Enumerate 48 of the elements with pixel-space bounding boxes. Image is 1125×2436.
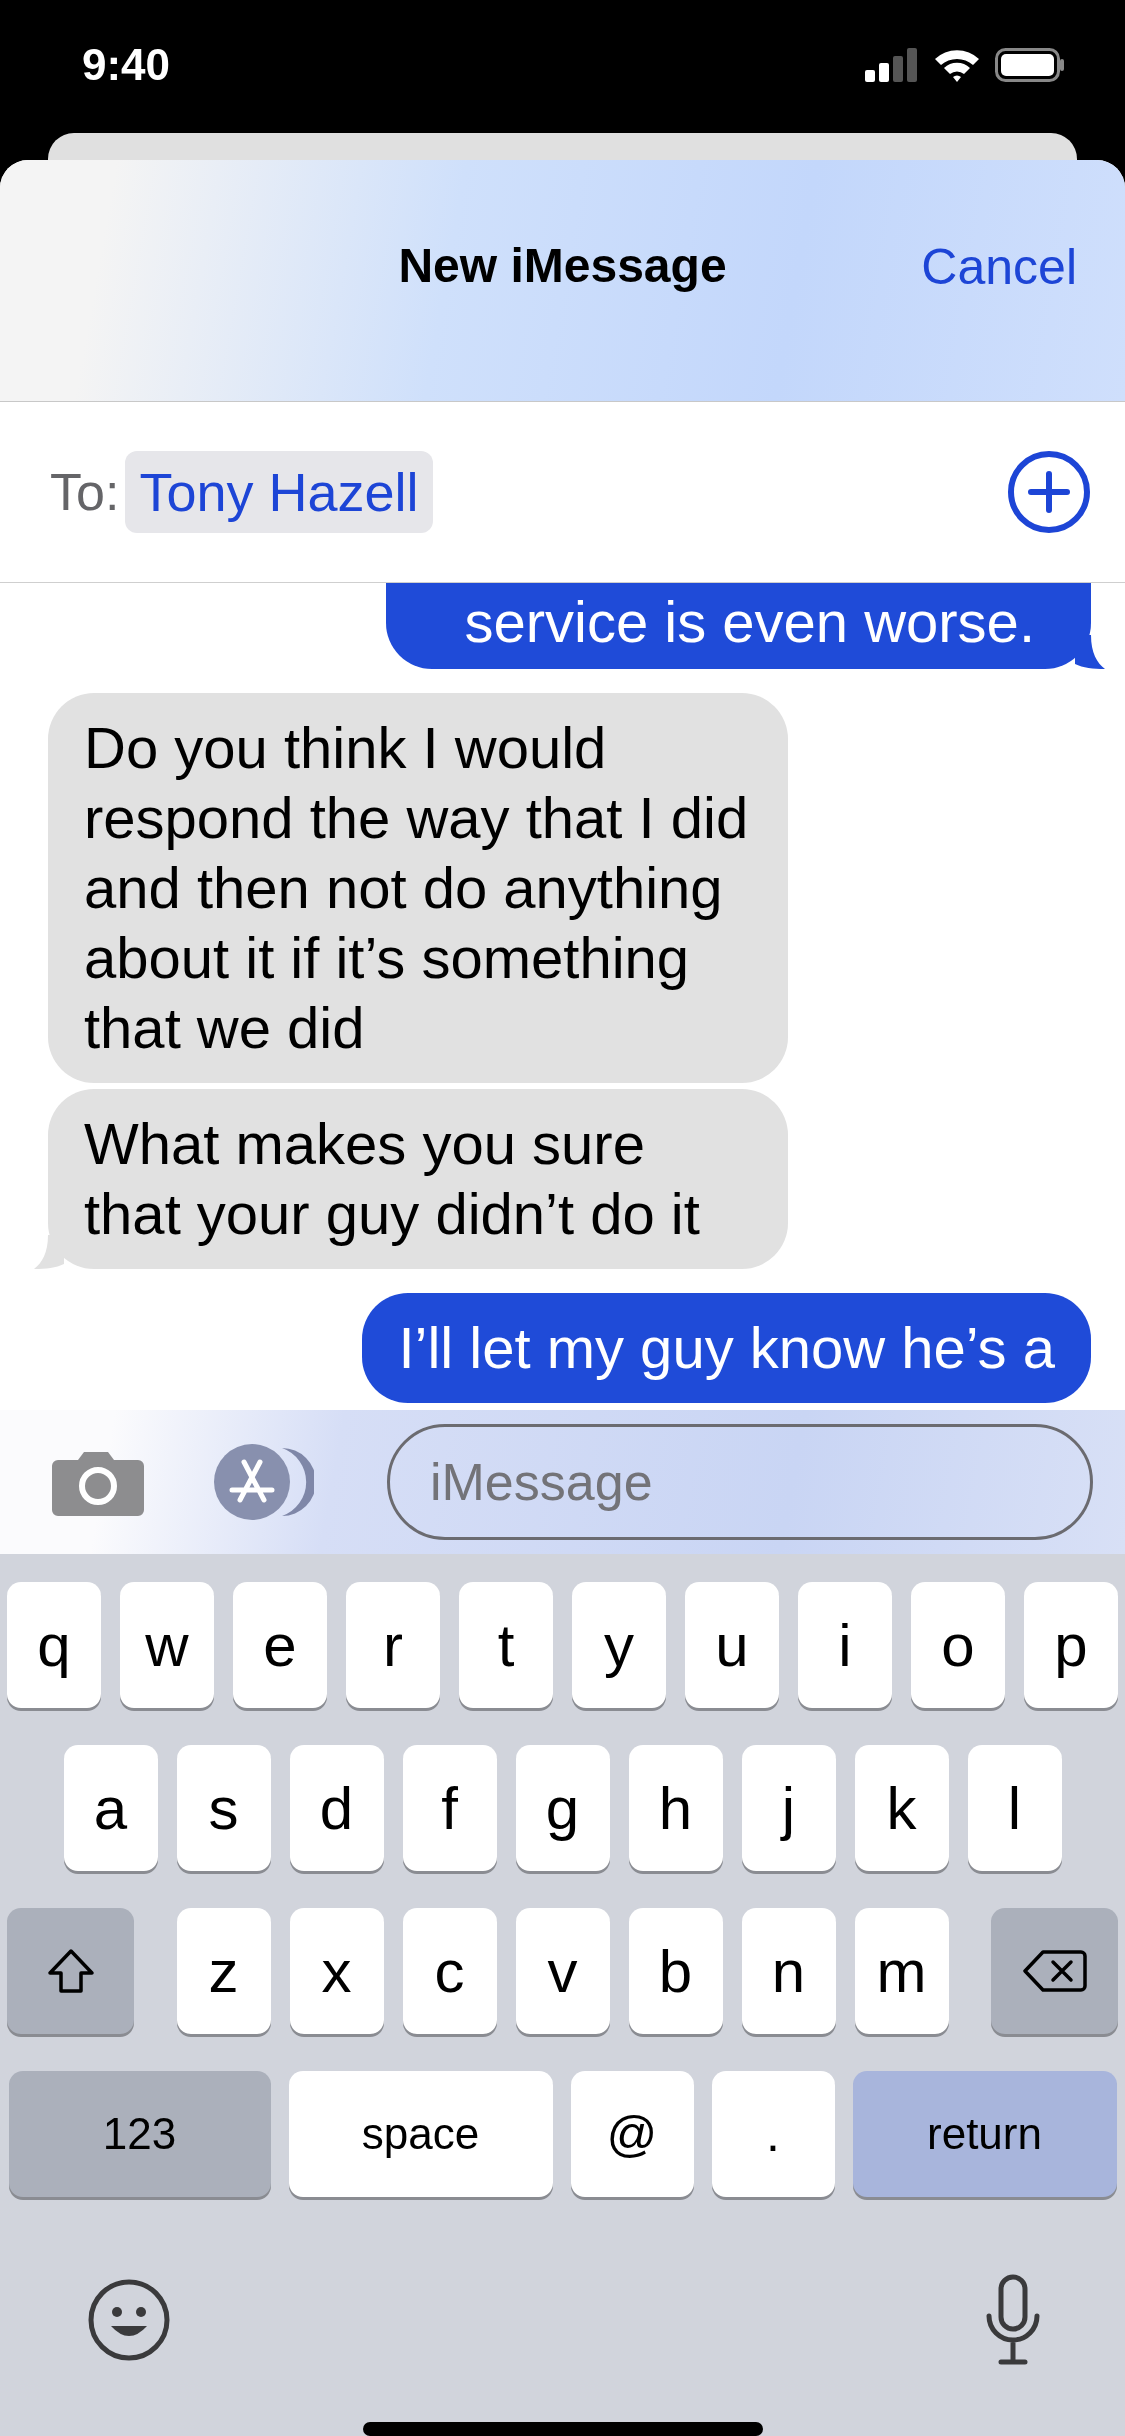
keyboard-key[interactable]: h <box>628 1745 723 1871</box>
message-field[interactable]: iMessage <box>387 1423 1093 1540</box>
keyboard-key[interactable]: d <box>289 1745 384 1871</box>
signal-icon <box>865 48 919 82</box>
shift-key[interactable] <box>7 1908 134 2034</box>
return-key[interactable]: return <box>852 2071 1117 2197</box>
keyboard-key[interactable]: l <box>967 1745 1062 1871</box>
keyboard-key[interactable]: y <box>572 1582 666 1708</box>
keyboard-key[interactable]: m <box>854 1908 949 2034</box>
keyboard-key[interactable]: r <box>346 1582 440 1708</box>
keyboard-key[interactable]: w <box>120 1582 214 1708</box>
received-message-bubble: Do you think I would respond the way that I did and then not do anything about it if it’s something that we did <box>48 693 788 1084</box>
keyboard-key[interactable]: x <box>289 1908 384 2034</box>
keyboard-key[interactable]: t <box>459 1582 553 1708</box>
keyboard-key[interactable]: v <box>515 1908 610 2034</box>
keyboard-key[interactable]: p <box>1024 1582 1118 1708</box>
keyboard-key[interactable]: k <box>854 1745 949 1871</box>
keyboard-key[interactable]: n <box>741 1908 836 2034</box>
keyboard-key[interactable]: g <box>515 1745 610 1871</box>
keyboard-key[interactable]: . <box>711 2071 835 2197</box>
keyboard-key[interactable]: f <box>402 1745 497 1871</box>
keyboard-key[interactable]: a <box>63 1745 158 1871</box>
keyboard-key[interactable]: b <box>628 1908 723 2034</box>
keyboard-key[interactable]: i <box>798 1582 892 1708</box>
shift-arrow-icon <box>46 1948 95 1994</box>
keyboard-key[interactable]: q <box>7 1582 101 1708</box>
recipient-chip[interactable]: Tony Hazell <box>125 451 433 534</box>
add-contact-icon[interactable] <box>1007 450 1091 535</box>
wifi-icon <box>933 48 981 82</box>
keyboard-key[interactable]: c <box>402 1908 497 2034</box>
battery-icon <box>995 48 1065 82</box>
keyboard-key[interactable]: e <box>233 1582 327 1708</box>
keyboard-key[interactable]: u <box>685 1582 779 1708</box>
backspace-icon <box>1022 1949 1087 1993</box>
keyboard-key[interactable]: 123 <box>8 2071 271 2197</box>
keyboard-key[interactable]: j <box>741 1745 836 1871</box>
keyboard-key[interactable]: s <box>176 1745 271 1871</box>
keyboard-key[interactable]: @ <box>570 2071 694 2197</box>
sheet-title: New iMessage <box>398 238 727 293</box>
keyboard-key[interactable]: z <box>176 1908 271 2034</box>
keyboard-key[interactable]: o <box>911 1582 1005 1708</box>
space-key[interactable]: space <box>288 2071 553 2197</box>
status-time: 9:40 <box>82 40 171 90</box>
emoji-icon[interactable] <box>87 2278 171 2362</box>
sent-message-bubble: I’ll let my guy know he’s a <box>362 1293 1091 1404</box>
to-label: To: <box>50 462 120 523</box>
cancel-button[interactable]: Cancel <box>921 238 1077 296</box>
delete-key[interactable] <box>991 1908 1118 2034</box>
